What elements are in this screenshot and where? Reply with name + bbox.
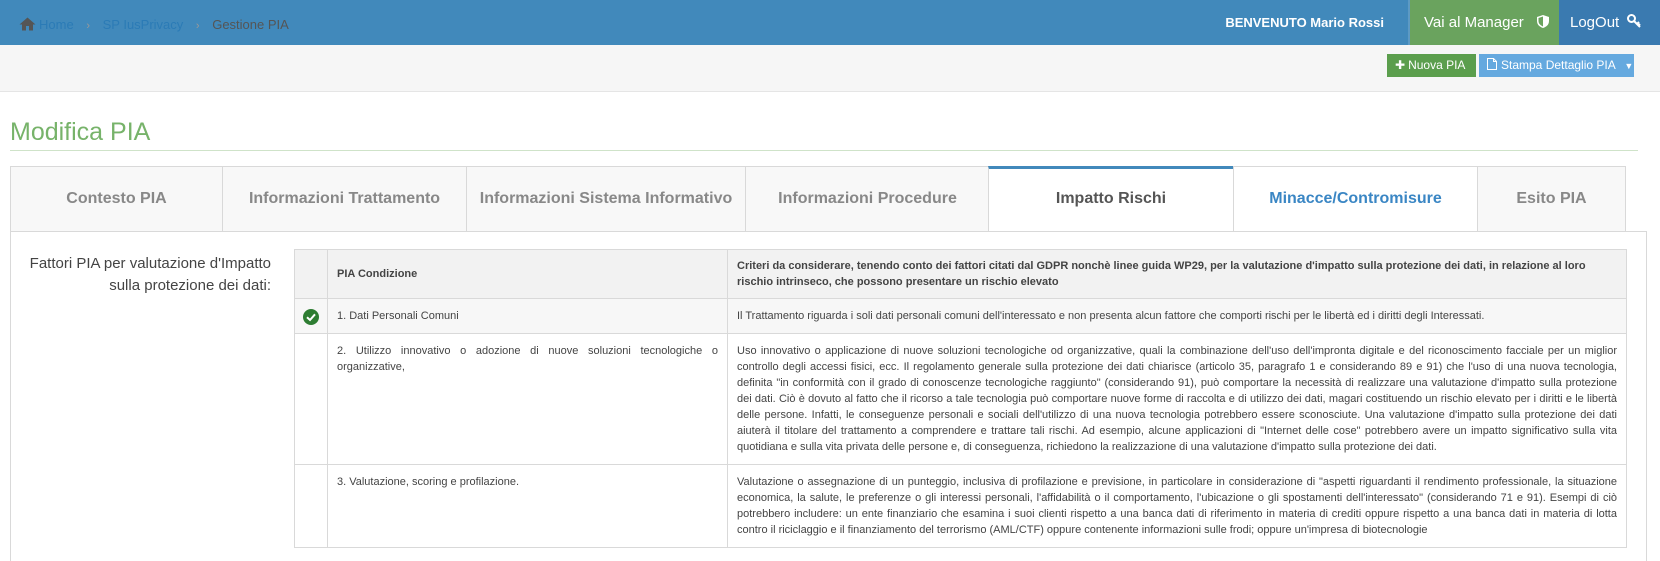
- breadcrumb-section-link[interactable]: SP IusPrivacy: [103, 17, 184, 32]
- manager-button-label: Vai al Manager: [1424, 14, 1524, 31]
- caret-down-icon: ▼: [1624, 61, 1634, 71]
- row-condition: 2. Utilizzo innovativo o adozione di nuo…: [327, 333, 728, 465]
- welcome-text: BENVENUTO Mario Rossi: [1225, 15, 1384, 30]
- chevron-right-icon: ›: [86, 20, 90, 32]
- new-pia-button-label: Nuova PIA: [1408, 58, 1466, 72]
- logout-button-label: LogOut: [1570, 14, 1620, 31]
- title-divider: [10, 150, 1638, 151]
- print-detail-button-label: Stampa Dettaglio PIA: [1501, 58, 1616, 72]
- row-check-cell[interactable]: [294, 298, 328, 334]
- pia-factors-table: PIA Condizione Criteri da considerare, t…: [294, 249, 1627, 548]
- header-check-cell: [294, 249, 328, 299]
- row-condition: 3. Valutazione, scoring e profilazione.: [327, 464, 728, 548]
- new-pia-button[interactable]: ✚ Nuova PIA: [1387, 54, 1476, 77]
- shield-icon: [1536, 15, 1549, 28]
- check-circle-icon[interactable]: [303, 309, 319, 325]
- chevron-right-icon: ›: [195, 20, 200, 32]
- logout-button[interactable]: LogOut: [1559, 0, 1660, 45]
- tab-informazioni-trattamento[interactable]: Informazioni Trattamento: [222, 166, 467, 232]
- home-icon[interactable]: [19, 17, 36, 31]
- tab-informazioni-procedure[interactable]: Informazioni Procedure: [745, 166, 990, 232]
- tab-minacce-contromisure[interactable]: Minacce/Contromisure: [1233, 166, 1478, 232]
- table-row[interactable]: 2. Utilizzo innovativo o adozione di nuo…: [294, 333, 1627, 465]
- manager-button[interactable]: Vai al Manager: [1410, 0, 1559, 45]
- print-detail-button[interactable]: Stampa Dettaglio PIA ▼: [1479, 54, 1634, 77]
- table-row[interactable]: 1. Dati Personali Comuni Il Trattamento …: [294, 298, 1627, 334]
- row-condition: 1. Dati Personali Comuni: [327, 298, 728, 334]
- row-check-cell[interactable]: [294, 333, 328, 465]
- breadcrumb-current: Gestione PIA: [212, 17, 289, 32]
- row-check-cell[interactable]: [294, 464, 328, 548]
- tab-esito-pia[interactable]: Esito PIA: [1477, 166, 1626, 232]
- document-icon: [1487, 58, 1497, 70]
- key-icon: [1627, 14, 1642, 28]
- row-criteria: Il Trattamento riguarda i soli dati pers…: [727, 298, 1627, 334]
- tab-impatto-rischi[interactable]: Impatto Rischi: [988, 166, 1234, 232]
- table-row[interactable]: 3. Valutazione, scoring e profilazione. …: [294, 464, 1627, 548]
- plus-icon: ✚: [1395, 58, 1406, 72]
- tab-contesto-pia[interactable]: Contesto PIA: [10, 166, 223, 232]
- row-criteria: Uso innovativo o applicazione di nuove s…: [727, 333, 1627, 465]
- breadcrumb: Home › SP IusPrivacy › Gestione PIA: [19, 17, 289, 32]
- tab-informazioni-sistema-informativo[interactable]: Informazioni Sistema Informativo: [466, 166, 746, 232]
- table-header-row: PIA Condizione Criteri da considerare, t…: [294, 249, 1627, 299]
- section-label: Fattori PIA per valutazione d'Impatto su…: [29, 255, 271, 294]
- tab-bar: Contesto PIA Informazioni Trattamento In…: [10, 166, 1626, 232]
- header-criteria: Criteri da considerare, tenendo conto de…: [727, 249, 1627, 299]
- header-condition: PIA Condizione: [327, 249, 728, 299]
- row-criteria: Valutazione o assegnazione di un puntegg…: [727, 464, 1627, 548]
- breadcrumb-home-link[interactable]: Home: [39, 17, 74, 32]
- page-title: Modifica PIA: [10, 118, 151, 146]
